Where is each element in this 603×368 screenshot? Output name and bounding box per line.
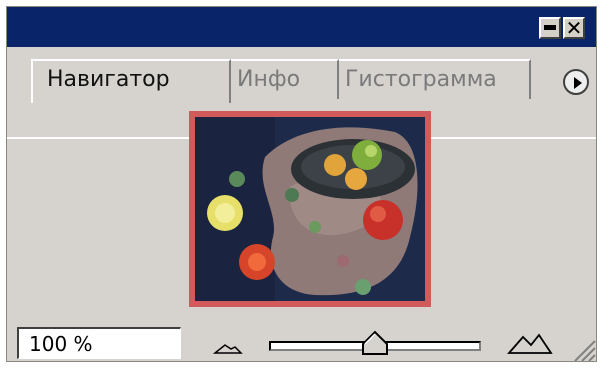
resize-grip-icon[interactable] [567, 333, 597, 362]
navigator-view-box[interactable] [189, 111, 431, 307]
tab-info[interactable]: Инфо [221, 59, 339, 99]
tab-navigator-label: Навигатор [47, 67, 170, 92]
zoom-in-icon[interactable] [507, 329, 553, 355]
navigator-panel: ✕ Гистограмма Инфо Навигатор 100 % [6, 6, 597, 362]
close-button[interactable]: ✕ [563, 16, 585, 40]
zoom-percentage-field[interactable]: 100 % [17, 327, 181, 359]
tab-histogram-label: Гистограмма [345, 67, 497, 92]
tab-info-label: Инфо [237, 67, 301, 92]
zoom-bar: 100 % [7, 317, 597, 362]
minimize-icon [544, 25, 556, 30]
panel-menu-button[interactable] [563, 69, 589, 95]
tab-histogram[interactable]: Гистограмма [329, 59, 531, 99]
close-icon: ✕ [565, 16, 583, 40]
play-arrow-icon [574, 77, 582, 89]
tab-navigator[interactable]: Навигатор [31, 59, 231, 103]
panel-title-bar[interactable]: ✕ [7, 7, 596, 47]
zoom-out-icon[interactable] [213, 339, 243, 355]
minimize-button[interactable] [539, 17, 561, 39]
tab-strip: Гистограмма Инфо Навигатор [7, 47, 596, 139]
navigator-preview-image [195, 117, 425, 301]
zoom-slider-thumb[interactable] [359, 330, 391, 358]
